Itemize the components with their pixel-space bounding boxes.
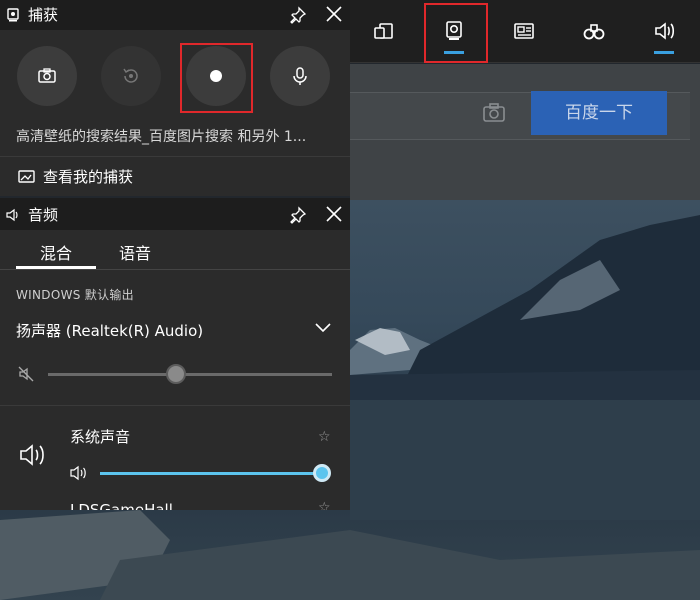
widget-title: 捕获 bbox=[28, 6, 59, 24]
widget-header: 捕获 bbox=[0, 0, 350, 30]
gamebar-toolbar bbox=[350, 0, 700, 63]
app-volume-slider[interactable] bbox=[100, 472, 322, 475]
highlight-box bbox=[424, 3, 488, 63]
pin-icon[interactable] bbox=[289, 6, 307, 24]
app-volume-thumb[interactable] bbox=[313, 464, 331, 482]
speaker-icon bbox=[6, 208, 18, 222]
capture-caption: 高清壁纸的搜索结果_百度图片搜索 和另外 1... bbox=[16, 129, 307, 145]
capture-widget: 捕获 高清壁纸的搜索结果_百度图片搜索 和另外 1... 查看我的捕获 bbox=[0, 0, 350, 196]
close-icon[interactable] bbox=[325, 205, 343, 223]
gallery-icon bbox=[514, 23, 534, 39]
favorite-star-icon[interactable]: ☆ bbox=[318, 500, 331, 510]
screenshot-button[interactable] bbox=[17, 46, 77, 106]
section-label: WINDOWS 默认输出 bbox=[16, 288, 134, 302]
xbox-social-icon bbox=[583, 24, 605, 40]
widget-header: 音频 bbox=[0, 198, 350, 230]
active-indicator bbox=[654, 51, 674, 54]
camera-icon bbox=[38, 68, 56, 83]
chevron-down-icon[interactable] bbox=[314, 322, 332, 334]
speaker-icon[interactable] bbox=[70, 465, 88, 481]
audio-widget-button[interactable] bbox=[634, 0, 694, 62]
mute-icon[interactable] bbox=[16, 364, 36, 384]
app-name-ldsgamehall: LDSGameHall bbox=[70, 501, 173, 510]
master-volume-thumb[interactable] bbox=[165, 364, 186, 384]
highlight-box bbox=[180, 43, 253, 113]
favorite-star-icon[interactable]: ☆ bbox=[318, 429, 331, 445]
gallery-icon bbox=[18, 170, 35, 183]
master-volume-slider[interactable] bbox=[48, 373, 332, 376]
xbox-social-button[interactable] bbox=[564, 0, 624, 62]
record-last-button[interactable] bbox=[101, 46, 161, 106]
performance-button[interactable] bbox=[354, 0, 414, 62]
view-captures-link[interactable]: 查看我的捕获 bbox=[0, 156, 350, 197]
audio-widget: 音频 混合 语音 WINDOWS 默认输出 扬声器 (Realtek(R) Au… bbox=[0, 198, 350, 510]
divider bbox=[0, 405, 350, 406]
microphone-icon bbox=[293, 67, 307, 85]
app-name-system-sounds: 系统声音 bbox=[70, 428, 131, 446]
gallery-button[interactable] bbox=[494, 0, 554, 62]
active-tab-indicator bbox=[16, 266, 96, 269]
widget-title: 音频 bbox=[28, 206, 59, 224]
view-captures-label: 查看我的捕获 bbox=[43, 168, 134, 186]
output-device-select[interactable]: 扬声器 (Realtek(R) Audio) bbox=[16, 320, 203, 341]
performance-icon bbox=[374, 23, 393, 39]
camera-search-icon[interactable] bbox=[482, 102, 506, 124]
capture-icon bbox=[7, 8, 19, 22]
audio-icon bbox=[655, 22, 675, 40]
tab-voice[interactable]: 语音 bbox=[119, 240, 151, 264]
tab-divider bbox=[0, 269, 350, 270]
tab-mix[interactable]: 混合 bbox=[40, 240, 72, 264]
speaker-icon bbox=[20, 444, 44, 466]
microphone-button[interactable] bbox=[270, 46, 330, 106]
search-button[interactable]: 百度一下 bbox=[531, 91, 667, 135]
record-last-icon bbox=[123, 68, 138, 83]
close-icon[interactable] bbox=[325, 5, 343, 23]
pin-icon[interactable] bbox=[289, 206, 307, 224]
